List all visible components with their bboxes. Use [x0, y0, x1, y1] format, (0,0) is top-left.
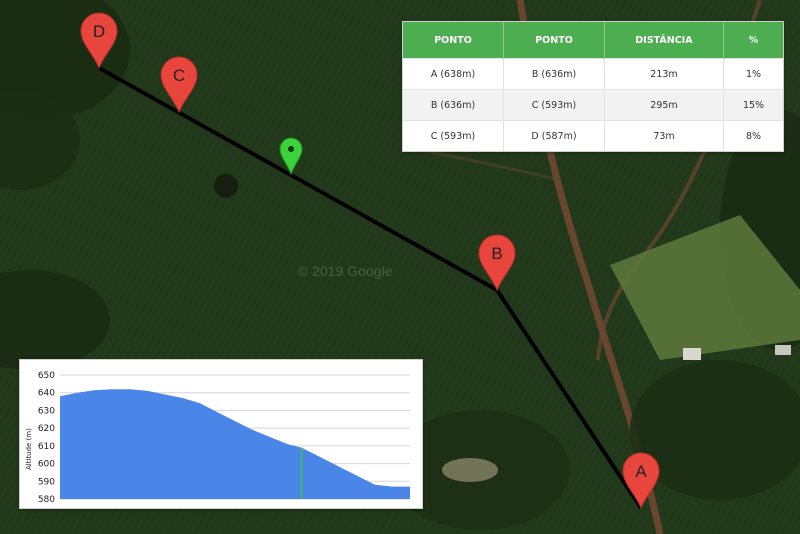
cell-from: A (638m)	[403, 58, 504, 90]
cell-from: C (593m)	[403, 120, 504, 151]
col-header-distancia: DISTÂNCIA	[604, 22, 724, 59]
cell-percent: 15%	[723, 89, 783, 121]
tree	[214, 174, 238, 198]
elevation-area	[60, 389, 410, 499]
cell-distance: 295m	[604, 89, 724, 121]
cell-percent: 8%	[723, 120, 783, 151]
col-header-ponto-to: PONTO	[503, 22, 605, 59]
distance-table-panel: PONTO PONTO DISTÂNCIA % A (638m) B (636m…	[402, 21, 784, 152]
y-axis-ticks: 580 590 600 610 620 630 640 650	[38, 371, 55, 505]
y-tick-label: 580	[38, 495, 55, 505]
distance-table: PONTO PONTO DISTÂNCIA % A (638m) B (636m…	[403, 22, 783, 151]
col-header-percent: %	[723, 22, 783, 59]
table-header-row: PONTO PONTO DISTÂNCIA %	[403, 22, 783, 59]
building	[683, 348, 701, 360]
elevation-chart-panel: 580 590 600 610 620 630 640 650 Altitude (m)	[19, 359, 423, 509]
table-row: B (636m) C (593m) 295m 15%	[403, 89, 783, 121]
table-row: C (593m) D (587m) 73m 8%	[403, 120, 783, 151]
pin-dot	[288, 146, 294, 152]
col-header-ponto-from: PONTO	[403, 22, 504, 59]
building	[775, 345, 791, 355]
table-row: A (638m) B (636m) 213m 1%	[403, 58, 783, 90]
y-tick-label: 590	[38, 477, 55, 487]
cell-distance: 73m	[604, 120, 724, 151]
cell-distance: 213m	[604, 58, 724, 90]
pond	[442, 458, 498, 482]
y-tick-label: 650	[38, 371, 55, 381]
marker-label: C	[173, 66, 185, 85]
y-axis-label: Altitude (m)	[25, 428, 33, 470]
cell-to: D (587m)	[503, 120, 605, 151]
marker-label: B	[491, 244, 502, 263]
cell-from: B (636m)	[403, 89, 504, 121]
marker-label: D	[93, 22, 105, 41]
elevation-chart[interactable]: 580 590 600 610 620 630 640 650 Altitude (m)	[20, 360, 422, 508]
y-tick-label: 610	[38, 442, 55, 452]
y-tick-label: 620	[38, 424, 55, 434]
cell-percent: 1%	[723, 58, 783, 90]
y-tick-label: 640	[38, 389, 55, 399]
cell-to: B (636m)	[503, 58, 605, 90]
y-tick-label: 630	[38, 406, 55, 416]
y-tick-label: 600	[38, 460, 55, 470]
cell-to: C (593m)	[503, 89, 605, 121]
marker-label: A	[635, 462, 647, 481]
map-watermark: © 2019 Google	[298, 263, 393, 279]
